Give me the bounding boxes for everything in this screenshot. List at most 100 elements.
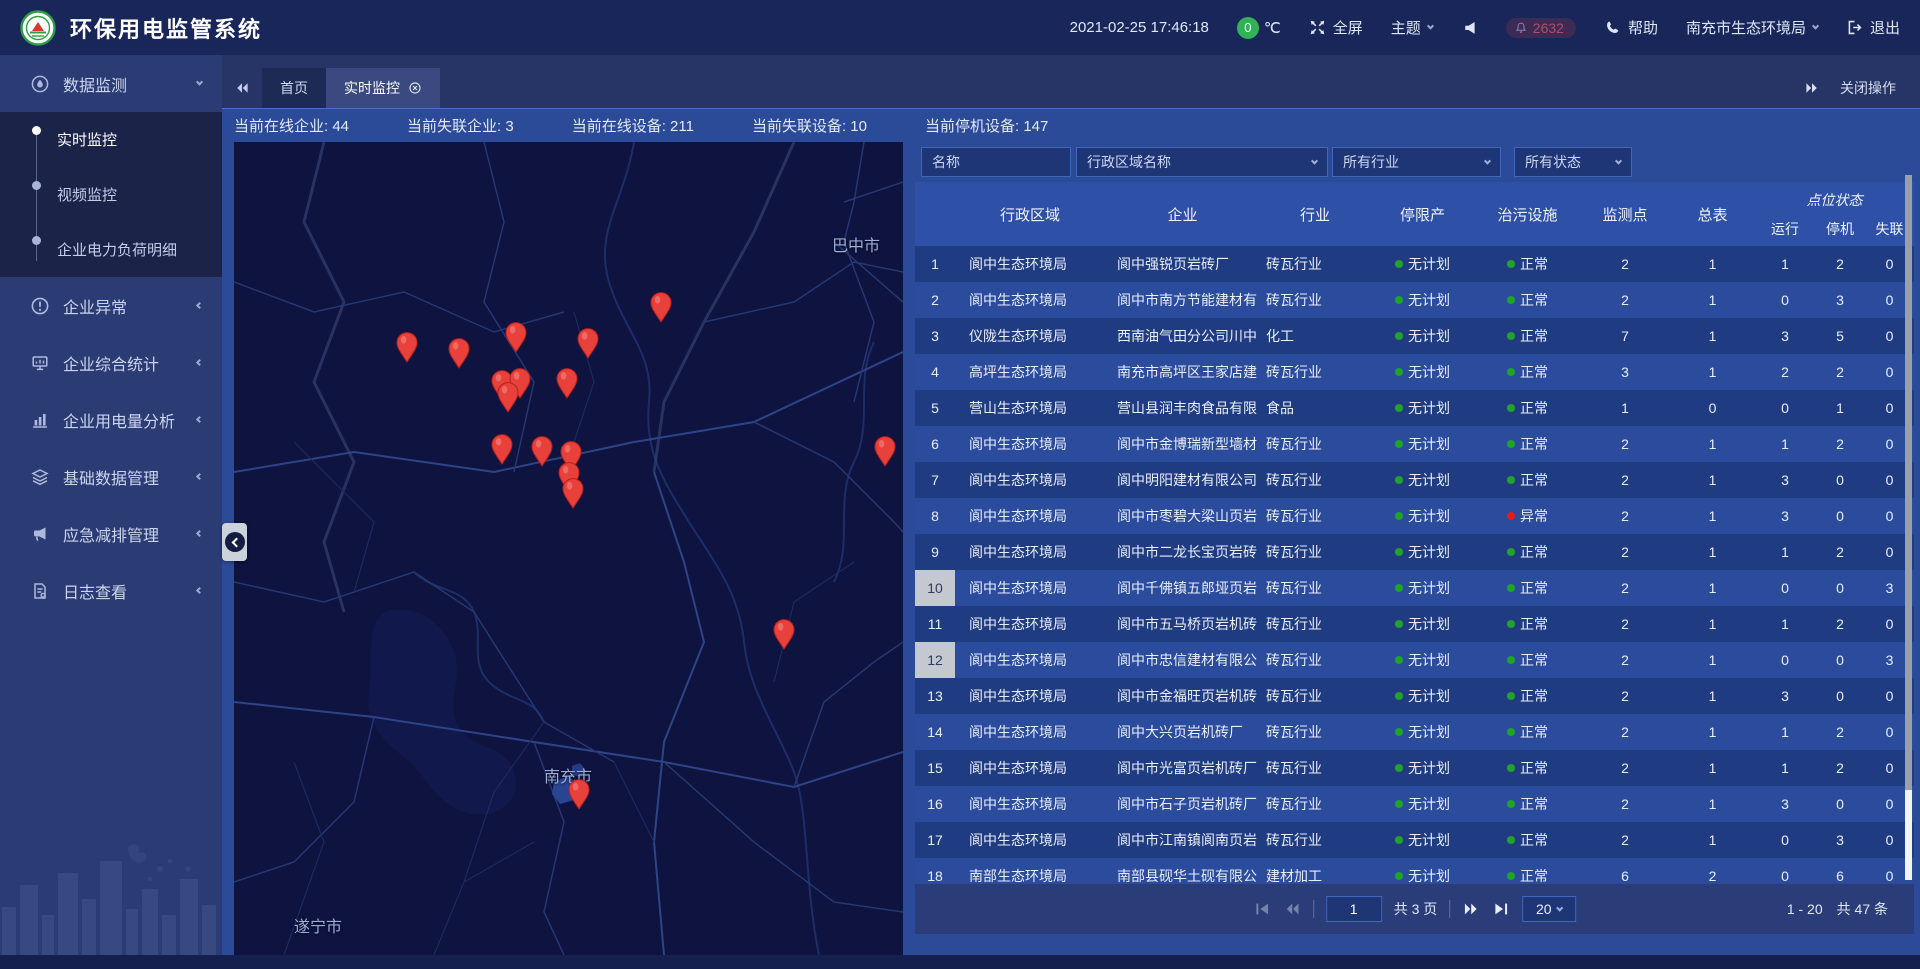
table-row[interactable]: 12阆中生态环境局阆中市忠信建材有限公砖瓦行业无计划正常21003 — [915, 642, 1914, 678]
tab-home[interactable]: 首页 — [262, 68, 326, 108]
cell-company: 阆中市光富页岩机砖厂 — [1105, 750, 1260, 786]
table-row[interactable]: 4高坪生态环境局南充市高坪区王家店建砖瓦行业无计划正常31220 — [915, 354, 1914, 390]
sidebar-item-2[interactable]: 企业综合统计 — [0, 334, 222, 391]
map-pin[interactable] — [490, 433, 514, 465]
map-pin[interactable] — [447, 337, 471, 369]
temperature-unit: ℃ — [1264, 19, 1281, 37]
cell-company: 阆中市金博瑞新型墙材 — [1105, 426, 1260, 462]
sidebar-item-6[interactable]: 日志查看 — [0, 562, 222, 619]
logout-button[interactable]: 退出 — [1846, 17, 1900, 38]
table-row[interactable]: 6阆中生态环境局阆中市金博瑞新型墙材砖瓦行业无计划正常21120 — [915, 426, 1914, 462]
map-panel[interactable]: 巴中市南充市遂宁市 — [234, 142, 903, 955]
table-header: 行政区域 企业 行业 停限产 治污设施 监测点 总表 点位状态 运行 停机 失联 — [915, 182, 1914, 246]
sidebar-item-5[interactable]: 应急减排管理 — [0, 505, 222, 562]
first-page-button[interactable] — [1253, 900, 1271, 918]
cell-industry: 砖瓦行业 — [1260, 750, 1370, 786]
table-row[interactable]: 16阆中生态环境局阆中市石子页岩机砖厂砖瓦行业无计划正常21300 — [915, 786, 1914, 822]
cell-region: 阆中生态环境局 — [955, 498, 1105, 534]
cell-facility-status: 正常 — [1475, 318, 1580, 354]
cell-industry: 砖瓦行业 — [1260, 534, 1370, 570]
sidebar-subitem-0[interactable]: 实时监控 — [0, 112, 222, 167]
map-pin-icon — [447, 337, 471, 369]
col-header-halt: 停机 — [1815, 212, 1865, 246]
fullscreen-button[interactable]: 全屏 — [1309, 17, 1363, 38]
map-pin[interactable] — [395, 331, 419, 363]
chevron-down-icon — [1812, 23, 1819, 30]
cell-run: 0 — [1755, 390, 1815, 426]
sidebar-item-4[interactable]: 基础数据管理 — [0, 448, 222, 505]
sidebar-item-3[interactable]: 企业用电量分析 — [0, 391, 222, 448]
table-row[interactable]: 11阆中生态环境局阆中市五马桥页岩机砖砖瓦行业无计划正常21120 — [915, 606, 1914, 642]
close-operations-button[interactable]: 关闭操作 — [1840, 78, 1896, 98]
notification-badge[interactable]: 2632 — [1506, 18, 1576, 38]
map-pin[interactable] — [772, 618, 796, 650]
status-dot — [1395, 404, 1403, 412]
map-pin[interactable] — [649, 291, 673, 323]
status-dot — [1507, 368, 1515, 376]
table-row[interactable]: 3仪陇生态环境局西南油气田分公司川中化工无计划正常71350 — [915, 318, 1914, 354]
cell-facility-status: 正常 — [1475, 390, 1580, 426]
scrollbar-thumb[interactable] — [1905, 175, 1912, 790]
table-row[interactable]: 2阆中生态环境局阆中市南方节能建材有砖瓦行业无计划正常21030 — [915, 282, 1914, 318]
cell-industry: 砖瓦行业 — [1260, 498, 1370, 534]
tabs-scroll-left-button[interactable] — [222, 68, 262, 108]
close-icon[interactable] — [408, 81, 422, 95]
map-pin[interactable] — [576, 327, 600, 359]
cell-industry: 砖瓦行业 — [1260, 282, 1370, 318]
last-page-button[interactable] — [1492, 900, 1510, 918]
map-pin[interactable] — [567, 778, 591, 810]
cell-index: 14 — [915, 714, 955, 750]
sidebar-menu: 数据监测实时监控视频监控企业电力负荷明细企业异常企业综合统计企业用电量分析基础数… — [0, 55, 222, 619]
sidebar-subitem-2[interactable]: 企业电力负荷明细 — [0, 222, 222, 277]
map-collapse-button[interactable] — [222, 523, 247, 561]
table-row[interactable]: 10阆中生态环境局阆中千佛镇五郎垭页岩砖瓦行业无计划正常21003 — [915, 570, 1914, 606]
user-menu[interactable]: 南充市生态环境局 — [1686, 17, 1818, 38]
map-pin[interactable] — [530, 435, 554, 467]
sidebar-subitem-1[interactable]: 视频监控 — [0, 167, 222, 222]
table-row[interactable]: 1阆中生态环境局阆中强锐页岩砖厂砖瓦行业无计划正常21120 — [915, 246, 1914, 282]
name-filter-input[interactable] — [921, 147, 1071, 177]
table-row[interactable]: 18南部生态环境局南部县砚华土砚有限公建材加工无计划正常62060 — [915, 858, 1914, 884]
cell-facility-status: 正常 — [1475, 714, 1580, 750]
industry-filter-select[interactable]: 所有行业 — [1332, 147, 1501, 177]
table-row[interactable]: 8阆中生态环境局阆中市枣碧大梁山页岩砖瓦行业无计划异常21300 — [915, 498, 1914, 534]
map-pin[interactable] — [555, 367, 579, 399]
page-size-select[interactable]: 20 — [1522, 896, 1576, 922]
page-number-input[interactable] — [1326, 896, 1382, 922]
table-row[interactable]: 7阆中生态环境局阆中明阳建材有限公司砖瓦行业无计划正常21300 — [915, 462, 1914, 498]
region-filter-select[interactable]: 行政区域名称 — [1076, 147, 1328, 177]
cell-facility-status: 正常 — [1475, 462, 1580, 498]
table-scrollbar[interactable] — [1905, 175, 1912, 880]
temperature-badge: 0 — [1237, 17, 1259, 39]
status-filter-select[interactable]: 所有状态 — [1514, 147, 1632, 177]
cell-meters: 1 — [1670, 570, 1755, 606]
cell-stop-status-label: 无计划 — [1408, 434, 1450, 454]
map-pin[interactable] — [561, 477, 585, 509]
stat-item-1: 当前失联企业: 3 — [407, 115, 514, 136]
sidebar-item-1[interactable]: 企业异常 — [0, 277, 222, 334]
next-page-button[interactable] — [1462, 900, 1480, 918]
cell-points: 2 — [1580, 750, 1670, 786]
theme-menu[interactable]: 主题 — [1391, 17, 1433, 38]
table-row[interactable]: 9阆中生态环境局阆中市二龙长宝页岩砖砖瓦行业无计划正常21120 — [915, 534, 1914, 570]
table-row[interactable]: 17阆中生态环境局阆中市江南镇阆南页岩砖瓦行业无计划正常21030 — [915, 822, 1914, 858]
table-row[interactable]: 14阆中生态环境局阆中大兴页岩机砖厂砖瓦行业无计划正常21120 — [915, 714, 1914, 750]
cell-halt: 5 — [1815, 318, 1865, 354]
help-button[interactable]: 帮助 — [1604, 17, 1658, 38]
cell-points: 2 — [1580, 822, 1670, 858]
map-pin[interactable] — [873, 435, 897, 467]
map-pin[interactable] — [496, 381, 520, 413]
cell-points: 2 — [1580, 786, 1670, 822]
map-pin[interactable] — [504, 321, 528, 353]
sidebar-item-0[interactable]: 数据监测 — [0, 55, 222, 112]
prev-page-button[interactable] — [1283, 900, 1301, 918]
table-row[interactable]: 15阆中生态环境局阆中市光富页岩机砖厂砖瓦行业无计划正常21120 — [915, 750, 1914, 786]
table-row[interactable]: 5营山生态环境局营山县润丰肉食品有限食品无计划正常10010 — [915, 390, 1914, 426]
table-row[interactable]: 13阆中生态环境局阆中市金福旺页岩机砖砖瓦行业无计划正常21300 — [915, 678, 1914, 714]
tab-realtime-monitor[interactable]: 实时监控 — [326, 68, 440, 108]
sound-button[interactable] — [1461, 19, 1478, 36]
map-pin-icon — [504, 321, 528, 353]
cell-facility-status-label: 正常 — [1520, 362, 1548, 382]
cell-halt: 3 — [1815, 822, 1865, 858]
double-chevron-right-icon[interactable] — [1804, 80, 1820, 96]
